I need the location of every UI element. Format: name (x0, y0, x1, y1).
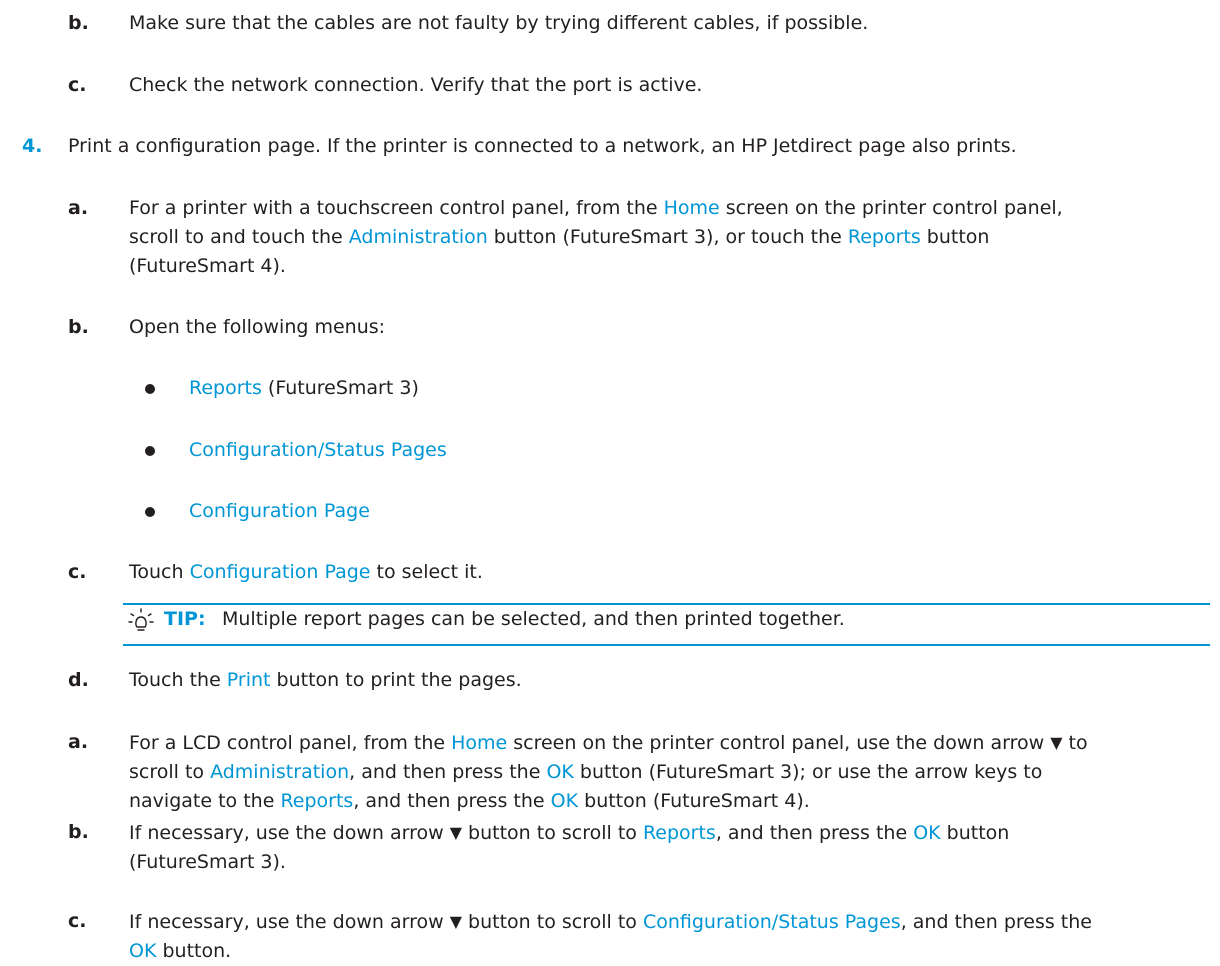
configuration-page-link[interactable]: Configuration Page (189, 500, 370, 522)
down-arrow-icon: ▼ (1050, 733, 1063, 752)
list-text: For a printer with a touchscreen control… (129, 197, 1063, 277)
list-text: Open the following menus: (129, 316, 386, 338)
list-text: If necessary, use the down arrow ▼ butto… (129, 907, 1199, 966)
ok-link[interactable]: OK (129, 940, 156, 962)
ok-link[interactable]: OK (546, 761, 573, 783)
configuration-status-pages-link[interactable]: Configuration/Status Pages (643, 911, 901, 933)
list-text: Check the network connection. Verify tha… (129, 74, 703, 96)
list-text: If necessary, use the down arrow ▼ butto… (129, 818, 1199, 877)
administration-link[interactable]: Administration (210, 761, 349, 783)
bullet-icon (145, 507, 155, 517)
list-marker: c. (68, 74, 87, 96)
lightbulb-icon (128, 608, 154, 643)
ok-link[interactable]: OK (551, 790, 578, 812)
list-marker: c. (68, 910, 87, 932)
down-arrow-icon: ▼ (449, 912, 463, 931)
list-marker: b. (68, 12, 89, 34)
reports-link[interactable]: Reports (280, 790, 353, 812)
list-marker: b. (68, 316, 89, 338)
bullet-icon (145, 384, 155, 394)
down-arrow-icon: ▼ (449, 823, 463, 842)
list-marker: d. (68, 669, 89, 691)
step-text: Print a configuration page. If the print… (68, 135, 1017, 157)
home-link[interactable]: Home (451, 732, 507, 754)
tip-label: TIP: (164, 608, 206, 630)
reports-link[interactable]: Reports (848, 226, 921, 248)
list-text: For a LCD control panel, from the Home s… (129, 728, 1199, 816)
configuration-page-link[interactable]: Configuration Page (190, 561, 371, 583)
step-number: 4. (22, 135, 43, 157)
home-link[interactable]: Home (664, 197, 720, 219)
tip-text: Multiple report pages can be selected, a… (222, 608, 845, 630)
bullet-icon (145, 446, 155, 456)
list-marker: b. (68, 821, 89, 843)
list-marker: a. (68, 731, 89, 753)
reports-link[interactable]: Reports (643, 822, 716, 844)
list-marker: a. (68, 197, 89, 219)
list-marker: c. (68, 561, 87, 583)
administration-link[interactable]: Administration (349, 226, 488, 248)
list-text: Make sure that the cables are not faulty… (129, 12, 869, 34)
print-link[interactable]: Print (227, 669, 271, 691)
tip-bottom-divider (123, 644, 1210, 646)
configuration-status-pages-link[interactable]: Configuration/Status Pages (189, 439, 447, 461)
reports-menu-link[interactable]: Reports (189, 377, 262, 399)
ok-link[interactable]: OK (913, 822, 940, 844)
